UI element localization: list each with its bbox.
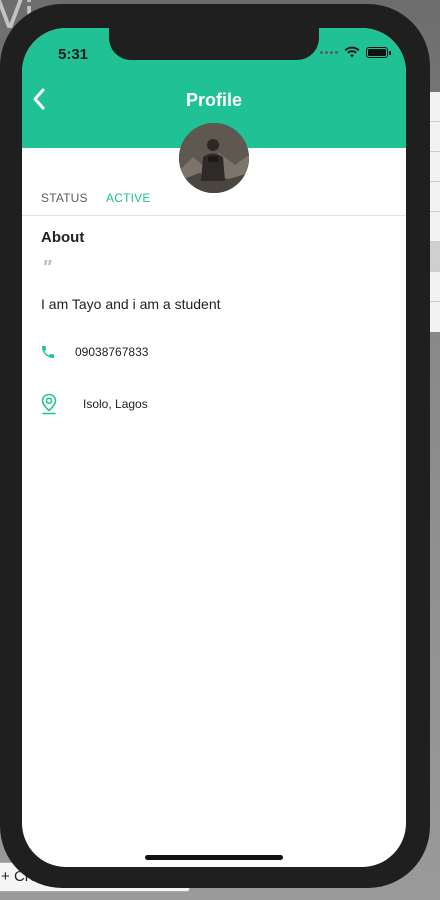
wifi-icon bbox=[344, 46, 360, 58]
signal-icon bbox=[320, 50, 338, 54]
device-notch bbox=[109, 28, 319, 60]
battery-icon bbox=[366, 46, 391, 58]
quote-mark: " bbox=[42, 257, 52, 279]
phone-icon bbox=[42, 346, 54, 358]
about-heading: About bbox=[41, 229, 85, 246]
tab-status[interactable]: STATUS bbox=[41, 191, 88, 205]
app-screen: 5:31 Profile STATUS ACTIVE About " I am … bbox=[22, 28, 406, 867]
status-bar-icons bbox=[320, 46, 391, 58]
location-row[interactable]: Isolo, Lagos bbox=[40, 393, 148, 415]
profile-tabs: STATUS ACTIVE bbox=[22, 188, 406, 216]
bio-text: I am Tayo and i am a student bbox=[41, 296, 221, 312]
tab-active[interactable]: ACTIVE bbox=[106, 191, 151, 205]
location-pin-icon bbox=[41, 393, 57, 415]
phone-simulator-frame: 5:31 Profile STATUS ACTIVE About " I am … bbox=[0, 4, 430, 888]
location-text: Isolo, Lagos bbox=[83, 397, 148, 411]
home-indicator[interactable] bbox=[145, 855, 283, 860]
status-bar-time: 5:31 bbox=[58, 46, 89, 63]
profile-avatar[interactable] bbox=[179, 123, 249, 193]
page-title: Profile bbox=[185, 90, 242, 110]
phone-number: 09038767833 bbox=[75, 345, 149, 359]
phone-row[interactable]: 09038767833 bbox=[40, 344, 148, 360]
avatar-photo bbox=[179, 123, 249, 193]
